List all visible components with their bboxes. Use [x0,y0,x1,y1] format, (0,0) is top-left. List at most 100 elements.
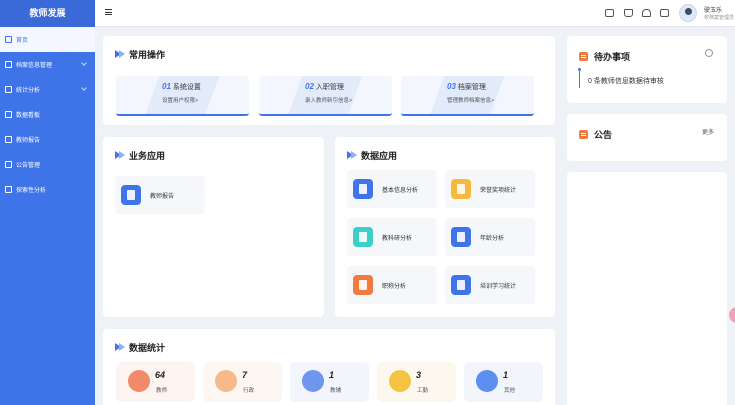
worker-icon [389,370,411,392]
quick-op-num: 01 [162,82,171,91]
app-training[interactable]: 培训学习统计 [445,266,535,304]
section-title-text: 数据统计 [129,343,166,353]
quick-op-sub: 管理教师档案信息> [447,98,495,104]
sidebar-item-archive[interactable]: 档案信息管理 [0,52,95,77]
chevron-down-icon [81,85,87,91]
sidebar-item-notice[interactable]: 公告管理 [0,152,95,177]
stat-label: 工勤 [417,388,429,394]
stat-value: 64 [155,370,166,380]
help-icon[interactable] [705,49,713,57]
sidebar-item-label: 探索性分析 [16,188,47,194]
user-role: 校档案管理员 [704,15,735,21]
sidebar-item-stats[interactable]: 统计分析 [0,77,95,102]
chart-icon [5,86,12,93]
bell-icon[interactable] [642,9,651,17]
stat-value: 1 [329,370,335,380]
shirt-icon[interactable] [624,9,633,17]
document-icon [353,179,373,199]
app-label: 年龄分析 [480,235,505,242]
app-label: 培训学习统计 [480,283,517,290]
app-title-rank[interactable]: 职称分析 [347,266,437,304]
top-bar: 驶玉乐 校档案管理员 [95,0,735,27]
todo-card: 待办事项 0 条教师信息数据待审核 [567,36,727,103]
stat-label: 教师 [156,388,168,394]
stat-label: 行政 [243,388,255,394]
sidebar-item-label: 公告管理 [16,163,41,169]
stat-value: 3 [416,370,422,380]
stat-value: 7 [242,370,248,380]
other-icon [476,370,498,392]
sidebar: 教师发展 首页 档案信息管理 统计分析 数据看板 教师报告 公告管理 探索性分析 [0,0,95,405]
sidebar-item-dashboard[interactable]: 数据看板 [0,102,95,127]
stat-assistant[interactable]: 1 教辅 [290,362,369,402]
report-icon [5,136,12,143]
app-research[interactable]: 教科研分析 [347,218,437,256]
quick-op-label: 系统设置 [172,84,201,91]
app-title: 教师发展 [0,0,95,27]
notice-card: 公告 更多 [567,114,727,161]
avatar[interactable] [679,4,697,22]
data-apps-card: 数据应用 基本信息分析 荣誉奖项统计 教科研分析 年龄分析 职称分析 培训学习统… [335,137,555,317]
quick-op-title: 03 档案管理 [447,82,494,92]
app-teacher-report[interactable]: 教师报告 [115,176,205,214]
card-icon[interactable] [660,9,669,17]
user-name[interactable]: 驶玉乐 [704,5,722,14]
sidebar-item-label: 首页 [16,38,29,44]
todo-item[interactable]: 0 条教师信息数据待审核 [588,76,664,86]
menu-toggle-icon[interactable] [105,9,112,15]
quick-op-system-settings[interactable]: 01 系统设置 设置用户权限> [116,76,249,116]
timeline-line [579,71,580,88]
quick-op-sub: 录入教师新引信息> [305,98,353,104]
assistant-icon [302,370,324,392]
explore-icon [5,186,12,193]
section-arrow-icon [115,342,126,353]
app-honors[interactable]: 荣誉奖项统计 [445,170,535,208]
quick-op-archive[interactable]: 03 档案管理 管理教师档案信息> [401,76,534,116]
side-float-icon[interactable] [729,307,735,323]
archive-icon [5,61,12,68]
app-label: 教师报告 [150,193,175,200]
section-title-text: 业务应用 [129,151,166,161]
section-title-text: 数据应用 [361,151,398,161]
biz-apps-card: 业务应用 教师报告 [103,137,324,317]
quick-op-label: 档案管理 [457,84,486,91]
section-arrow-icon [347,150,358,161]
app-label: 基本信息分析 [382,187,419,194]
sidebar-item-explore[interactable]: 探索性分析 [0,177,95,202]
folder-icon [353,275,373,295]
section-title-text: 常用操作 [129,50,166,60]
stat-workers[interactable]: 3 工勤 [377,362,456,402]
data-apps-title: 数据应用 [347,149,397,162]
quick-op-label: 入职管理 [315,84,344,91]
notice-title: 公告 [579,128,612,141]
notice-icon [579,130,588,139]
todo-icon [579,52,588,61]
todo-title-text: 待办事项 [594,52,631,62]
research-icon [353,227,373,247]
teacher-icon [128,370,150,392]
more-link[interactable]: 更多 [702,127,714,136]
stat-teachers[interactable]: 64 教师 [116,362,195,402]
quick-op-onboarding[interactable]: 02 入职管理 录入教师新引信息> [259,76,392,116]
document-icon [451,275,471,295]
app-age[interactable]: 年龄分析 [445,218,535,256]
quick-op-title: 01 系统设置 [162,82,201,92]
notice-title-text: 公告 [594,130,613,140]
app-label: 荣誉奖项统计 [480,187,517,194]
stats-card: 数据统计 64 教师 7 行政 1 教辅 3 工勤 1 其他 [103,329,555,405]
dashboard-icon [5,111,12,118]
home-icon [5,36,12,43]
quick-op-title: 02 入职管理 [305,82,352,92]
todo-title: 待办事项 [579,50,630,63]
sidebar-item-home[interactable]: 首页 [0,27,95,52]
stat-label: 其他 [504,388,516,394]
sidebar-item-label: 教师报告 [16,138,41,144]
quick-ops-card: 常用操作 01 系统设置 设置用户权限> 02 入职管理 录入教师新引信息> 03 档… [103,36,555,125]
stat-other[interactable]: 1 其他 [464,362,543,402]
fullscreen-icon[interactable] [605,9,614,17]
stat-admin[interactable]: 7 行政 [203,362,282,402]
sidebar-item-label: 档案信息管理 [16,63,53,69]
app-basic-info[interactable]: 基本信息分析 [347,170,437,208]
sidebar-item-report[interactable]: 教师报告 [0,127,95,152]
stat-label: 教辅 [330,388,342,394]
